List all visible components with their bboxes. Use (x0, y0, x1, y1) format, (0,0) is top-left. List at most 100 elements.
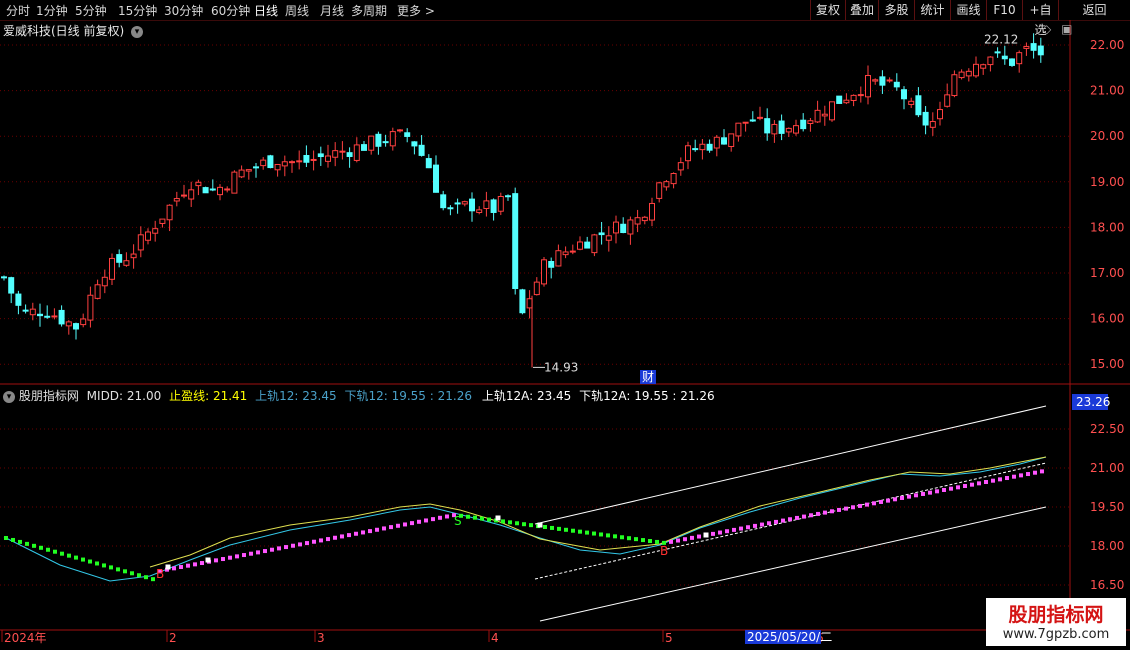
upper12a-value: 上轨12A: 23.45 (481, 389, 572, 403)
signal-dot (851, 505, 855, 510)
signal-dot (690, 535, 694, 540)
toolbar-button-2[interactable]: 多股 (878, 0, 914, 20)
candle-body (281, 161, 288, 167)
signal-dot (445, 514, 449, 519)
lower12a-value: 下轨12A: 19.55 : 21.26 (579, 389, 715, 403)
signal-dot (480, 516, 484, 521)
watermark-url: www.7gpzb.com (1002, 627, 1110, 642)
candle-body (814, 109, 821, 123)
candle-body (325, 155, 331, 162)
time-label-1: 2 (169, 631, 177, 645)
lower12a-line (539, 506, 1047, 622)
signal-dot (137, 573, 141, 578)
signal-dot (683, 537, 687, 542)
signal-dot (760, 522, 764, 527)
candle-body (497, 196, 504, 212)
candle-body (800, 119, 807, 130)
price-axis-label-0: 22.00 (1090, 38, 1124, 52)
candle-body (317, 153, 324, 158)
toolbar-button-4[interactable]: 画线 (950, 0, 986, 20)
signal-dot (95, 561, 99, 566)
layout-icon[interactable]: ▣ (1061, 22, 1072, 36)
candle-body (454, 202, 461, 205)
signal-dot (1005, 476, 1009, 481)
candle-body (987, 56, 994, 66)
signal-dot (11, 537, 15, 542)
finance-marker: 财 (642, 370, 654, 384)
signal-dot (25, 541, 29, 546)
signal-dot (88, 559, 92, 564)
period-tab-6[interactable]: 日线 (254, 2, 278, 19)
signal-dot (956, 485, 960, 490)
indicator-chevron-icon[interactable]: ▾ (3, 390, 15, 403)
candle-body (490, 199, 497, 213)
signal-dot (151, 577, 155, 582)
signal-dot (60, 551, 64, 556)
candle-body (152, 228, 159, 234)
candle-body (994, 51, 1001, 54)
signal-dot (557, 526, 561, 531)
period-tab-8[interactable]: 月线 (320, 2, 344, 19)
toolbar-button-3[interactable]: 统计 (914, 0, 950, 20)
signal-dot (382, 526, 386, 531)
signal-dot (256, 550, 260, 555)
candle-body (1001, 55, 1008, 60)
chevron-down-icon[interactable]: ▾ (131, 25, 144, 38)
candle-body (418, 144, 425, 156)
price-axis-label-2: 20.00 (1090, 129, 1124, 143)
candle-body (440, 194, 447, 209)
signal-dot (18, 539, 22, 544)
candle-body (951, 74, 958, 97)
period-tab-4[interactable]: 30分钟 (164, 2, 203, 19)
candle-body (778, 120, 785, 134)
lower12-value: 下轨12: 19.55 (344, 389, 426, 403)
toolbar-button-1[interactable]: 叠加 (845, 0, 878, 20)
period-tab-5[interactable]: 60分钟 (211, 2, 250, 19)
diamond-icon[interactable]: ◇ (1042, 22, 1051, 36)
period-tab-10[interactable]: 更多 > (397, 2, 435, 19)
cursor-date: 2025/05/20/二 (747, 630, 832, 644)
signal-dot (389, 525, 393, 530)
candle-body (375, 133, 382, 147)
signal-dot (228, 555, 232, 560)
candle-body (217, 186, 223, 196)
signal-dot (354, 531, 358, 536)
candle-body (872, 79, 879, 82)
upper12a-line (534, 405, 1047, 525)
signal-dot (522, 522, 526, 527)
period-tab-9[interactable]: 多周期 (351, 2, 387, 19)
signal-dot (816, 511, 820, 516)
toolbar-button-6[interactable]: +自选 (1022, 0, 1058, 37)
signal-dot (172, 566, 176, 571)
ind-axis-label-2: 21.00 (1090, 461, 1124, 475)
candle-body (706, 143, 713, 151)
toolbar-button-7[interactable]: 返回 (1058, 0, 1130, 20)
period-tab-3[interactable]: 15分钟 (118, 2, 157, 19)
toolbar-button-0[interactable]: 复权 (810, 0, 845, 20)
toolbar-button-5[interactable]: F10 (986, 0, 1022, 20)
signal-dot (725, 529, 729, 534)
candle-body (865, 75, 871, 98)
signal-dot (67, 553, 71, 558)
signal-dot (515, 521, 519, 526)
signal-dot (711, 531, 715, 536)
period-tab-2[interactable]: 5分钟 (75, 2, 107, 19)
candle-body (476, 209, 483, 213)
signal-dot (550, 525, 554, 530)
panel-corner-icons[interactable]: ◇ ▣ (1042, 22, 1072, 36)
chart-area[interactable]: 22.00 21.00 20.00 19.00 18.00 17.00 16.00 15.00… (0, 20, 1130, 650)
period-tab-0[interactable]: 分时 (6, 2, 30, 19)
signal-dot (830, 509, 834, 514)
candle-body (202, 187, 209, 194)
candle-body (101, 276, 108, 287)
candle-body (382, 141, 389, 144)
period-tab-7[interactable]: 周线 (285, 2, 309, 19)
price-axis-label-7: 15.00 (1090, 357, 1124, 371)
current-value-label: 23.26 (1076, 395, 1110, 409)
transition-marker-1 (205, 557, 211, 563)
period-tab-1[interactable]: 1分钟 (36, 2, 68, 19)
signal-dot (235, 554, 239, 559)
signal-dot (4, 536, 8, 540)
signal-dot (340, 534, 344, 539)
candle-body (289, 161, 295, 164)
